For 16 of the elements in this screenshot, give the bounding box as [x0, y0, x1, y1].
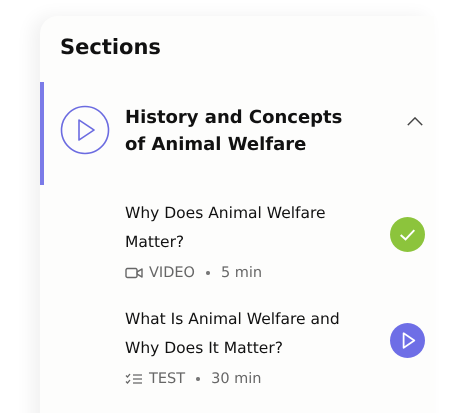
lesson-type: VIDEO [149, 265, 195, 281]
section-header[interactable]: History and Concepts of Animal Welfare [40, 82, 434, 185]
section-title: History and Concepts of Animal Welfare [125, 106, 344, 157]
lesson-duration: 30 min [211, 371, 262, 387]
lesson-title[interactable]: Why Does Animal Welfare Matter? [125, 199, 375, 257]
lesson-type: TEST [149, 371, 186, 387]
separator-dot [206, 271, 210, 275]
checklist-icon [125, 373, 143, 385]
sections-heading: Sections [59, 34, 162, 61]
lesson-title[interactable]: What Is Animal Welfare and Why Does It Matter? [125, 305, 375, 363]
chevron-icon[interactable] [406, 116, 424, 127]
separator-dot [196, 377, 200, 381]
play-button-icon[interactable] [390, 322, 425, 358]
lesson-duration: 5 min [220, 265, 262, 281]
video-camera-icon [125, 267, 143, 279]
play-icon [60, 105, 110, 155]
